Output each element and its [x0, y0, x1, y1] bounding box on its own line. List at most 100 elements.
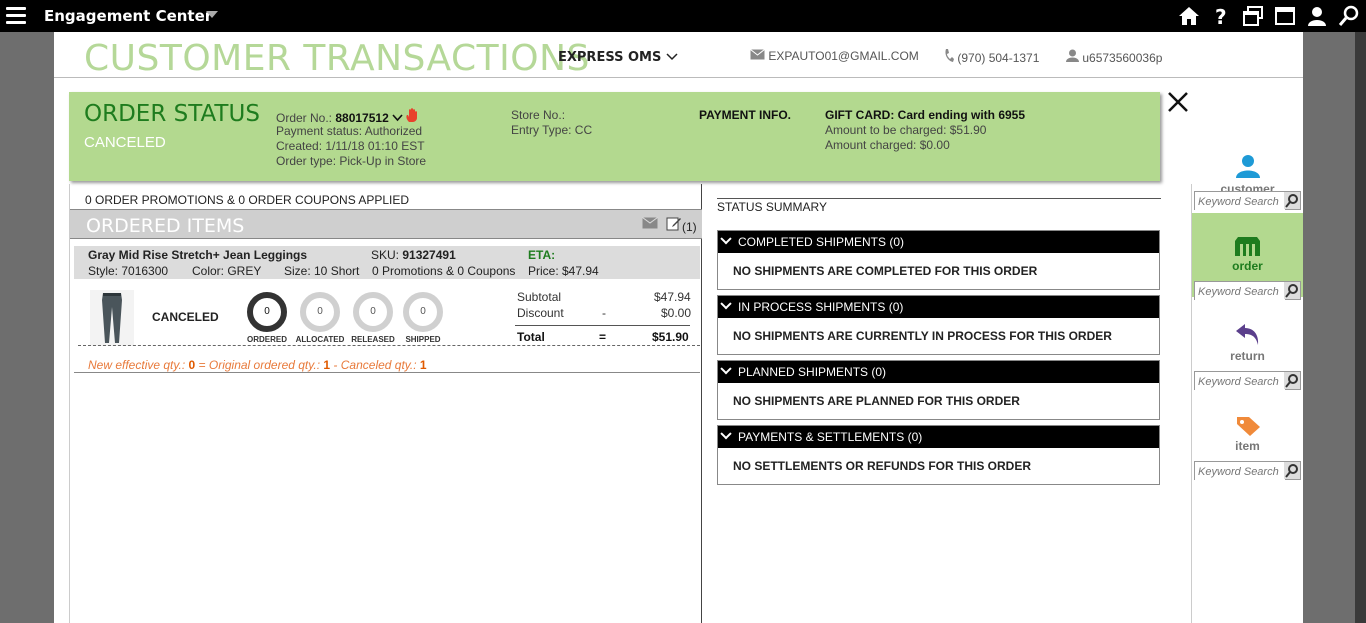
- item-divider: [78, 345, 700, 346]
- sidebar-item-item[interactable]: item: [1192, 393, 1303, 463]
- completed-shipments-toggle[interactable]: COMPLETED SHIPMENTS (0): [718, 231, 1159, 253]
- chevron-down-icon: [666, 53, 678, 61]
- main-panel: CUSTOMER TRANSACTIONS EXPRESS OMS EXPAUT…: [54, 32, 1303, 623]
- close-icon[interactable]: [1166, 90, 1190, 114]
- items-bottom-rule: [74, 372, 700, 373]
- person-icon: [1236, 155, 1260, 178]
- eff-canceled-label: - Canceled qty.:: [333, 358, 417, 372]
- planned-shipments-toggle[interactable]: PLANNED SHIPMENTS (0): [718, 361, 1159, 383]
- item-search-input[interactable]: [1195, 463, 1285, 481]
- section-message: NO SETTLEMENTS OR REFUNDS FOR THIS ORDER: [733, 459, 1032, 473]
- person-icon: [1066, 49, 1079, 62]
- email-text: EXPAUTO01@GMAIL.COM: [768, 49, 919, 63]
- stage-shipped-label: SHIPPED: [405, 335, 441, 344]
- discount-value: $0.00: [661, 306, 692, 320]
- sidebar-label: order: [1232, 259, 1263, 273]
- store-icon: [1235, 237, 1260, 256]
- channel-dropdown[interactable]: EXPRESS OMS: [558, 50, 678, 65]
- payment-info-heading: PAYMENT INFO.: [699, 108, 792, 122]
- windows-icon[interactable]: [1242, 5, 1264, 27]
- sku-label: SKU:: [371, 248, 400, 262]
- chevron-down-icon: [720, 363, 732, 375]
- item-search-field[interactable]: [1194, 461, 1301, 481]
- search-icon[interactable]: [1284, 192, 1300, 209]
- item-row: Gray Mid Rise Stretch+ Jean Leggings SKU…: [74, 246, 700, 279]
- order-status-panel: ORDER STATUS CANCELED Order No.: 8801751…: [69, 92, 1160, 181]
- stage-ordered-count: 0: [247, 292, 287, 332]
- mail-icon: [750, 49, 765, 60]
- order-search-field[interactable]: [1194, 281, 1301, 301]
- order-type: Order type: Pick-Up in Store: [276, 154, 427, 168]
- app-switcher-dropdown-icon[interactable]: [206, 11, 218, 18]
- right-sidebar: customer order return item: [1192, 78, 1303, 623]
- chevron-down-icon: [720, 233, 732, 245]
- user-icon[interactable]: [1306, 5, 1328, 27]
- return-search-input[interactable]: [1195, 373, 1285, 391]
- entry-type: Entry Type: CC: [511, 123, 593, 137]
- section-message: NO SHIPMENTS ARE CURRENTLY IN PROCESS FO…: [733, 329, 1112, 343]
- item-style: Style: 7016300: [88, 264, 169, 278]
- stage-allocated-count: 0: [300, 292, 340, 332]
- in-process-shipments-toggle[interactable]: IN PROCESS SHIPMENTS (0): [718, 296, 1159, 318]
- totals-divider: [515, 325, 690, 326]
- chevron-down-icon: [720, 428, 732, 440]
- section-title: COMPLETED SHIPMENTS (0): [738, 235, 905, 249]
- sidebar-label: return: [1230, 349, 1265, 363]
- payments-settlements-section: PAYMENTS & SETTLEMENTS (0) NO SETTLEMENT…: [717, 425, 1160, 485]
- promotions-summary: 0 ORDER PROMOTIONS & 0 ORDER COUPONS APP…: [85, 193, 410, 207]
- item-name: Gray Mid Rise Stretch+ Jean Leggings: [88, 248, 308, 262]
- section-title: IN PROCESS SHIPMENTS (0): [738, 300, 904, 314]
- item-price: Price: $47.94: [528, 264, 599, 278]
- sku-row: SKU: 91327491: [371, 248, 456, 262]
- scrollbar-track[interactable]: [1355, 32, 1366, 623]
- store-no: Store No.:: [511, 108, 566, 122]
- menu-icon[interactable]: [6, 7, 26, 25]
- hold-hand-icon[interactable]: [406, 108, 418, 122]
- search-icon[interactable]: [1338, 5, 1360, 27]
- subtotal-label: Subtotal: [517, 290, 562, 304]
- chevron-down-icon: [720, 298, 732, 310]
- order-search-input[interactable]: [1195, 283, 1285, 301]
- payment-status: Payment status: Authorized: [276, 124, 423, 138]
- section-title: PAYMENTS & SETTLEMENTS (0): [738, 430, 923, 444]
- created-date: Created: 1/11/18 01:10 EST: [276, 139, 425, 153]
- chevron-down-icon[interactable]: [392, 114, 403, 122]
- amount-charged: Amount charged: $0.00: [825, 138, 950, 152]
- search-icon[interactable]: [1284, 282, 1300, 299]
- customer-id: u6573560036p: [1066, 49, 1162, 65]
- stage-shipped-count: 0: [403, 292, 443, 332]
- ordered-items-panel: 0 ORDER PROMOTIONS & 0 ORDER COUPONS APP…: [69, 184, 702, 623]
- section-message: NO SHIPMENTS ARE COMPLETED FOR THIS ORDE…: [733, 264, 1038, 278]
- customer-email: EXPAUTO01@GMAIL.COM: [750, 49, 919, 63]
- payments-settlements-toggle[interactable]: PAYMENTS & SETTLEMENTS (0): [718, 426, 1159, 448]
- home-icon[interactable]: [1178, 5, 1200, 27]
- ordered-items-header: ORDERED ITEMS (1): [70, 209, 702, 239]
- order-no-value: 88017512: [335, 111, 389, 125]
- search-icon[interactable]: [1284, 372, 1300, 389]
- total-equals: =: [599, 330, 607, 344]
- return-search-field[interactable]: [1194, 371, 1301, 391]
- stage-allocated-label: ALLOCATED: [295, 335, 345, 344]
- effective-qty-summary: New effective qty.: 0 = Original ordered…: [88, 358, 427, 372]
- sidebar-item-return[interactable]: return: [1192, 303, 1303, 378]
- top-bar: Engagement Center ?: [0, 0, 1366, 32]
- customer-search-field[interactable]: [1194, 191, 1301, 211]
- user-id-text: u6573560036p: [1082, 51, 1163, 65]
- mail-icon[interactable]: [642, 217, 658, 229]
- gift-card-info: GIFT CARD: Card ending with 6955: [825, 108, 1026, 122]
- discount-label: Discount: [517, 306, 564, 320]
- customer-search-input[interactable]: [1195, 193, 1285, 211]
- customer-phone: (970) 504-1371: [944, 49, 1039, 65]
- item-size: Size: 10 Short: [284, 264, 360, 278]
- item-color: Color: GREY: [192, 264, 262, 278]
- section-message: NO SHIPMENTS ARE PLANNED FOR THIS ORDER: [733, 394, 1020, 408]
- notes-button[interactable]: (1): [666, 216, 697, 234]
- total-label: Total: [517, 330, 545, 344]
- return-arrow-icon: [1236, 324, 1259, 345]
- product-image[interactable]: [90, 290, 134, 346]
- svg-text:?: ?: [1215, 5, 1227, 27]
- search-icon[interactable]: [1284, 462, 1300, 479]
- order-state: CANCELED: [84, 134, 166, 151]
- window-icon[interactable]: [1274, 5, 1296, 27]
- help-icon[interactable]: ?: [1210, 5, 1232, 27]
